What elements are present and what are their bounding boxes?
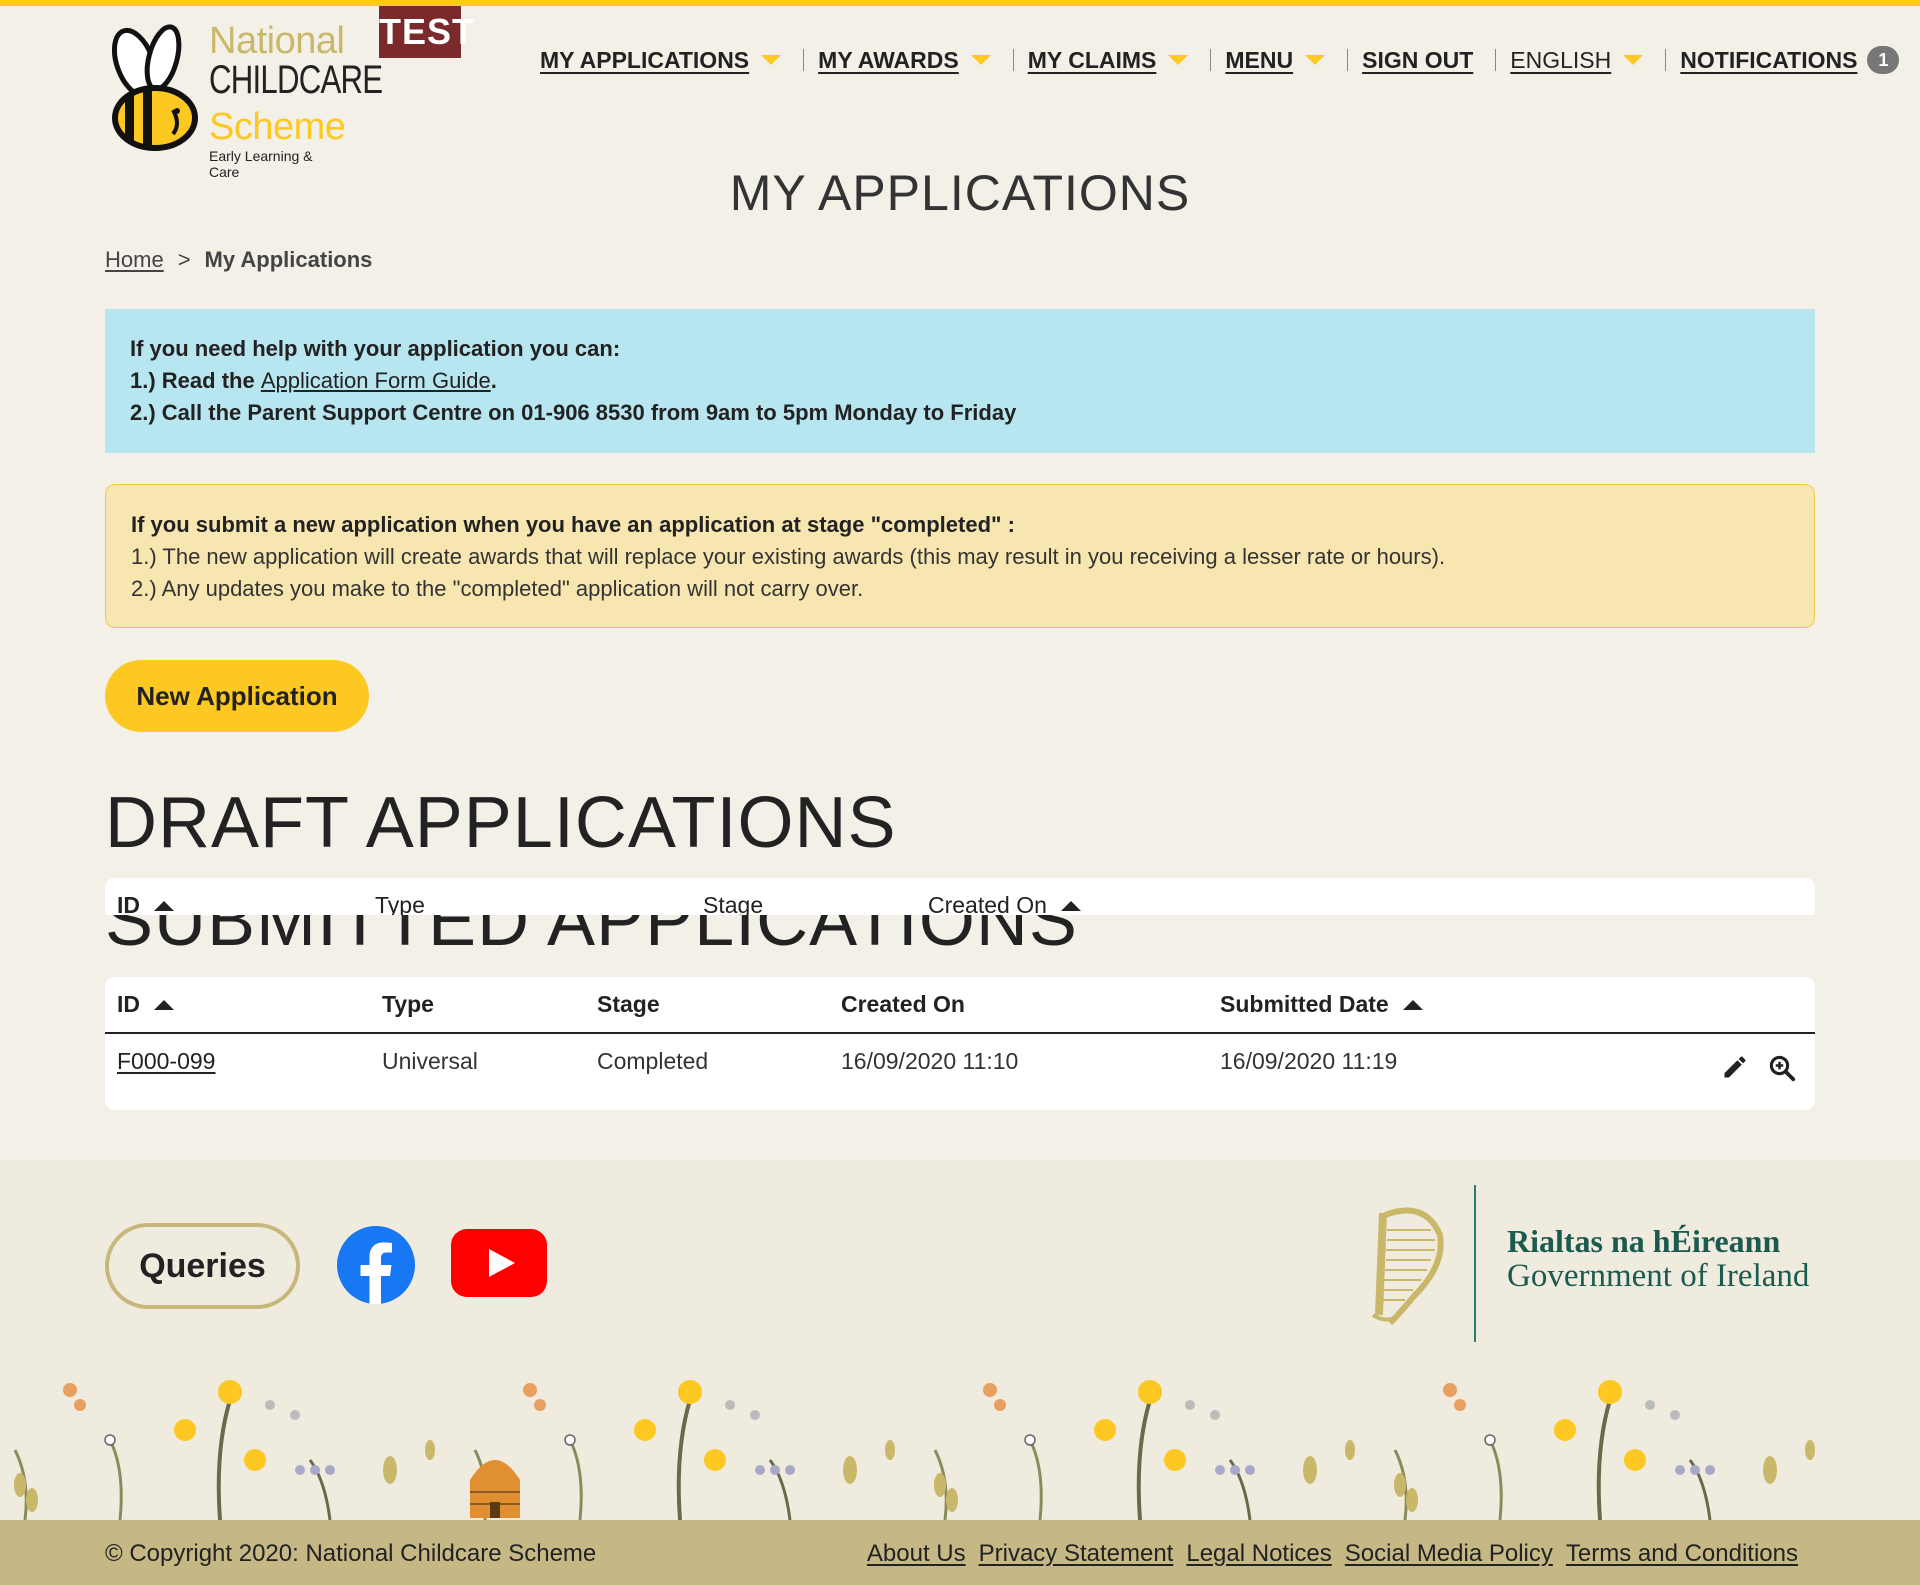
application-form-guide-link[interactable]: Application Form Guide	[261, 368, 491, 393]
gov-name-irish: Rialtas na hÉireann	[1507, 1223, 1781, 1259]
bee-logo-icon	[111, 24, 198, 151]
help-info-box: If you need help with your application y…	[105, 309, 1815, 453]
footer-link-privacy-statement[interactable]: Privacy Statement	[979, 1540, 1174, 1568]
logo-text-national: National	[209, 20, 345, 62]
nav-notifications[interactable]: NOTIFICATIONS 1	[1680, 46, 1900, 74]
help-line-2: 2.) Call the Parent Support Centre on 01…	[130, 400, 1017, 425]
nav-my-claims[interactable]: MY CLAIMS	[1028, 47, 1189, 74]
cell-type: Universal	[382, 1048, 478, 1074]
flower-border-illustration	[13, 1378, 1817, 1520]
nav-label: NOTIFICATIONS	[1680, 46, 1858, 73]
nav-label: SIGN OUT	[1362, 46, 1474, 73]
nav-my-applications[interactable]: MY APPLICATIONS	[540, 46, 782, 74]
caret-down-icon	[970, 55, 991, 65]
warning-info-box: If you submit a new application when you…	[105, 484, 1815, 628]
cell-created-on: 16/09/2020 11:10	[841, 1048, 1019, 1074]
warning-heading: If you submit a new application when you…	[131, 512, 1015, 537]
main-nav: MY APPLICATIONS MY AWARDS MY CLAIMS MENU…	[540, 44, 1913, 76]
draft-applications-heading: DRAFT APPLICATIONS	[105, 783, 897, 863]
view-zoom-icon[interactable]	[1767, 1053, 1797, 1083]
table-header-row: ID Type Stage Created On Submitted Date	[105, 977, 1815, 1034]
logo-text-scheme: Scheme	[209, 106, 346, 148]
sort-asc-icon	[1060, 900, 1081, 911]
breadcrumb-home-link[interactable]: Home	[105, 247, 164, 273]
environment-badge: TEST	[379, 6, 474, 58]
submitted-applications-table: ID Type Stage Created On Submitted Date …	[105, 977, 1815, 1110]
page-title: MY APPLICATIONS	[729, 165, 1191, 221]
draft-col-stage[interactable]: Stage	[703, 892, 763, 915]
caret-down-icon	[1305, 55, 1326, 65]
footer-links: About Us Privacy Statement Legal Notices…	[867, 1540, 1798, 1568]
sub-col-created-on[interactable]: Created On	[841, 991, 965, 1018]
application-id-link[interactable]: F000-099	[117, 1048, 215, 1074]
queries-button[interactable]: Queries	[105, 1223, 300, 1309]
sub-col-stage[interactable]: Stage	[597, 991, 660, 1018]
nav-divider	[1665, 49, 1667, 71]
caret-down-icon	[1623, 55, 1644, 65]
cell-stage: Completed	[597, 1048, 709, 1074]
nav-label: MY CLAIMS	[1027, 46, 1157, 73]
government-of-ireland-logo[interactable]: Rialtas na hÉireann Government of Irelan…	[1365, 1185, 1815, 1345]
nav-sign-out[interactable]: SIGN OUT	[1362, 47, 1473, 74]
logo-text-childcare: CHILDCARE	[209, 58, 383, 102]
help-line-1: 1.) Read the Application Form Guide.	[130, 368, 497, 393]
sub-col-type[interactable]: Type	[382, 991, 434, 1018]
facebook-icon[interactable]	[337, 1226, 415, 1304]
top-accent-bar	[0, 0, 1920, 6]
nav-label: ENGLISH	[1510, 46, 1612, 73]
nav-label: MY AWARDS	[818, 46, 959, 73]
draft-applications-table: ID Type Stage Created On	[105, 878, 1815, 915]
nav-divider	[1210, 49, 1212, 71]
new-application-button[interactable]: New Application	[105, 660, 369, 732]
nav-label: MENU	[1225, 46, 1294, 73]
nav-divider	[1495, 49, 1497, 71]
footer-link-terms-and-conditions[interactable]: Terms and Conditions	[1566, 1540, 1798, 1568]
nav-label: MY APPLICATIONS	[540, 46, 750, 73]
help-heading: If you need help with your application y…	[130, 336, 621, 361]
footer-link-legal-notices[interactable]: Legal Notices	[1186, 1540, 1331, 1568]
sub-col-submitted-date[interactable]: Submitted Date	[1220, 991, 1423, 1018]
youtube-icon[interactable]	[451, 1229, 547, 1297]
warning-line-2: 2.) Any updates you make to the "complet…	[131, 576, 864, 601]
harp-icon	[1371, 1207, 1444, 1326]
footer-bottom-bar: © Copyright 2020: National Childcare Sch…	[0, 1520, 1920, 1585]
sub-col-id[interactable]: ID	[117, 991, 174, 1018]
notification-count-badge: 1	[1867, 46, 1900, 74]
gov-name-english: Government of Ireland	[1507, 1258, 1810, 1294]
breadcrumb: Home > My Applications	[105, 247, 372, 273]
caret-down-icon	[1168, 55, 1189, 65]
footer-link-about-us[interactable]: About Us	[867, 1540, 966, 1568]
ncs-logo[interactable]: National CHILDCARE Scheme Early Learning…	[103, 18, 383, 180]
draft-col-created-on[interactable]: Created On	[928, 892, 1081, 915]
breadcrumb-current: My Applications	[204, 247, 373, 272]
sort-asc-icon	[1402, 999, 1423, 1010]
nav-language[interactable]: ENGLISH	[1510, 46, 1644, 74]
gov-logo-divider	[1474, 1185, 1476, 1342]
nav-menu[interactable]: MENU	[1225, 46, 1326, 74]
sort-asc-icon	[154, 999, 174, 1010]
nav-divider	[1012, 49, 1014, 71]
warning-line-1: 1.) The new application will create awar…	[131, 544, 1446, 569]
sort-asc-icon	[154, 900, 174, 911]
cell-submitted-date: 16/09/2020 11:19	[1220, 1048, 1398, 1074]
caret-down-icon	[761, 55, 782, 65]
nav-my-awards[interactable]: MY AWARDS	[818, 47, 991, 74]
edit-pencil-icon[interactable]	[1721, 1053, 1749, 1081]
beehive-icon	[470, 1460, 520, 1518]
breadcrumb-separator: >	[177, 247, 191, 272]
nav-divider	[803, 49, 805, 71]
draft-col-type[interactable]: Type	[375, 892, 425, 915]
copyright-text: © Copyright 2020: National Childcare Sch…	[105, 1540, 597, 1567]
nav-divider	[1347, 49, 1349, 71]
footer-link-social-media-policy[interactable]: Social Media Policy	[1345, 1540, 1553, 1568]
draft-col-id[interactable]: ID	[117, 892, 174, 915]
